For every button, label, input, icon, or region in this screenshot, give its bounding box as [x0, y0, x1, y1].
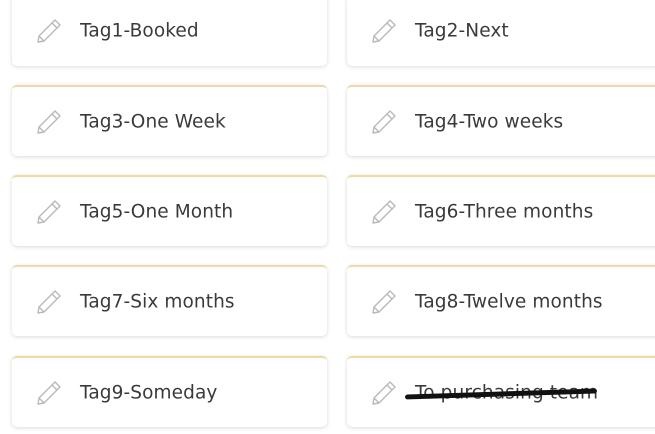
- tag-label: Tag2-Next: [415, 20, 509, 41]
- pencil-icon[interactable]: [36, 380, 62, 406]
- pencil-icon[interactable]: [36, 18, 62, 44]
- tag-label: Tag8-Twelve months: [415, 291, 603, 312]
- pencil-icon[interactable]: [371, 18, 397, 44]
- tag-card-tag6[interactable]: Tag6-Three months: [347, 175, 655, 246]
- tag-card-tag7[interactable]: Tag7-Six months: [12, 265, 327, 336]
- pencil-icon[interactable]: [36, 109, 62, 135]
- tag-card-tag4[interactable]: Tag4-Two weeks: [347, 85, 655, 156]
- tag-card-tag3[interactable]: Tag3-One Week: [12, 85, 327, 156]
- tag-card-tag1[interactable]: Tag1-Booked: [12, 0, 327, 66]
- tag-label: Tag7-Six months: [80, 291, 235, 312]
- pencil-icon[interactable]: [36, 289, 62, 315]
- pencil-icon[interactable]: [371, 109, 397, 135]
- tag-card-tag9[interactable]: Tag9-Someday: [12, 356, 327, 427]
- pencil-icon[interactable]: [36, 199, 62, 225]
- pencil-icon[interactable]: [371, 380, 397, 406]
- tag-label: Tag9-Someday: [80, 382, 218, 403]
- tag-card-tag2[interactable]: Tag2-Next: [347, 0, 655, 66]
- tag-card-tag5[interactable]: Tag5-One Month: [12, 175, 327, 246]
- tag-label-struck: To purchasing team: [404, 382, 598, 403]
- tag-label: Tag6-Three months: [415, 201, 594, 222]
- tag-label: Tag3-One Week: [80, 111, 226, 132]
- tag-label: Tag5-One Month: [80, 201, 234, 222]
- pencil-icon[interactable]: [371, 199, 397, 225]
- tag-label: Tag1-Booked: [80, 20, 199, 41]
- tag-card-purchasing[interactable]: To purchasing team: [347, 356, 655, 427]
- pencil-icon[interactable]: [371, 289, 397, 315]
- tag-label: Tag4-Two weeks: [415, 111, 564, 132]
- tag-card-tag8[interactable]: Tag8-Twelve months: [347, 265, 655, 336]
